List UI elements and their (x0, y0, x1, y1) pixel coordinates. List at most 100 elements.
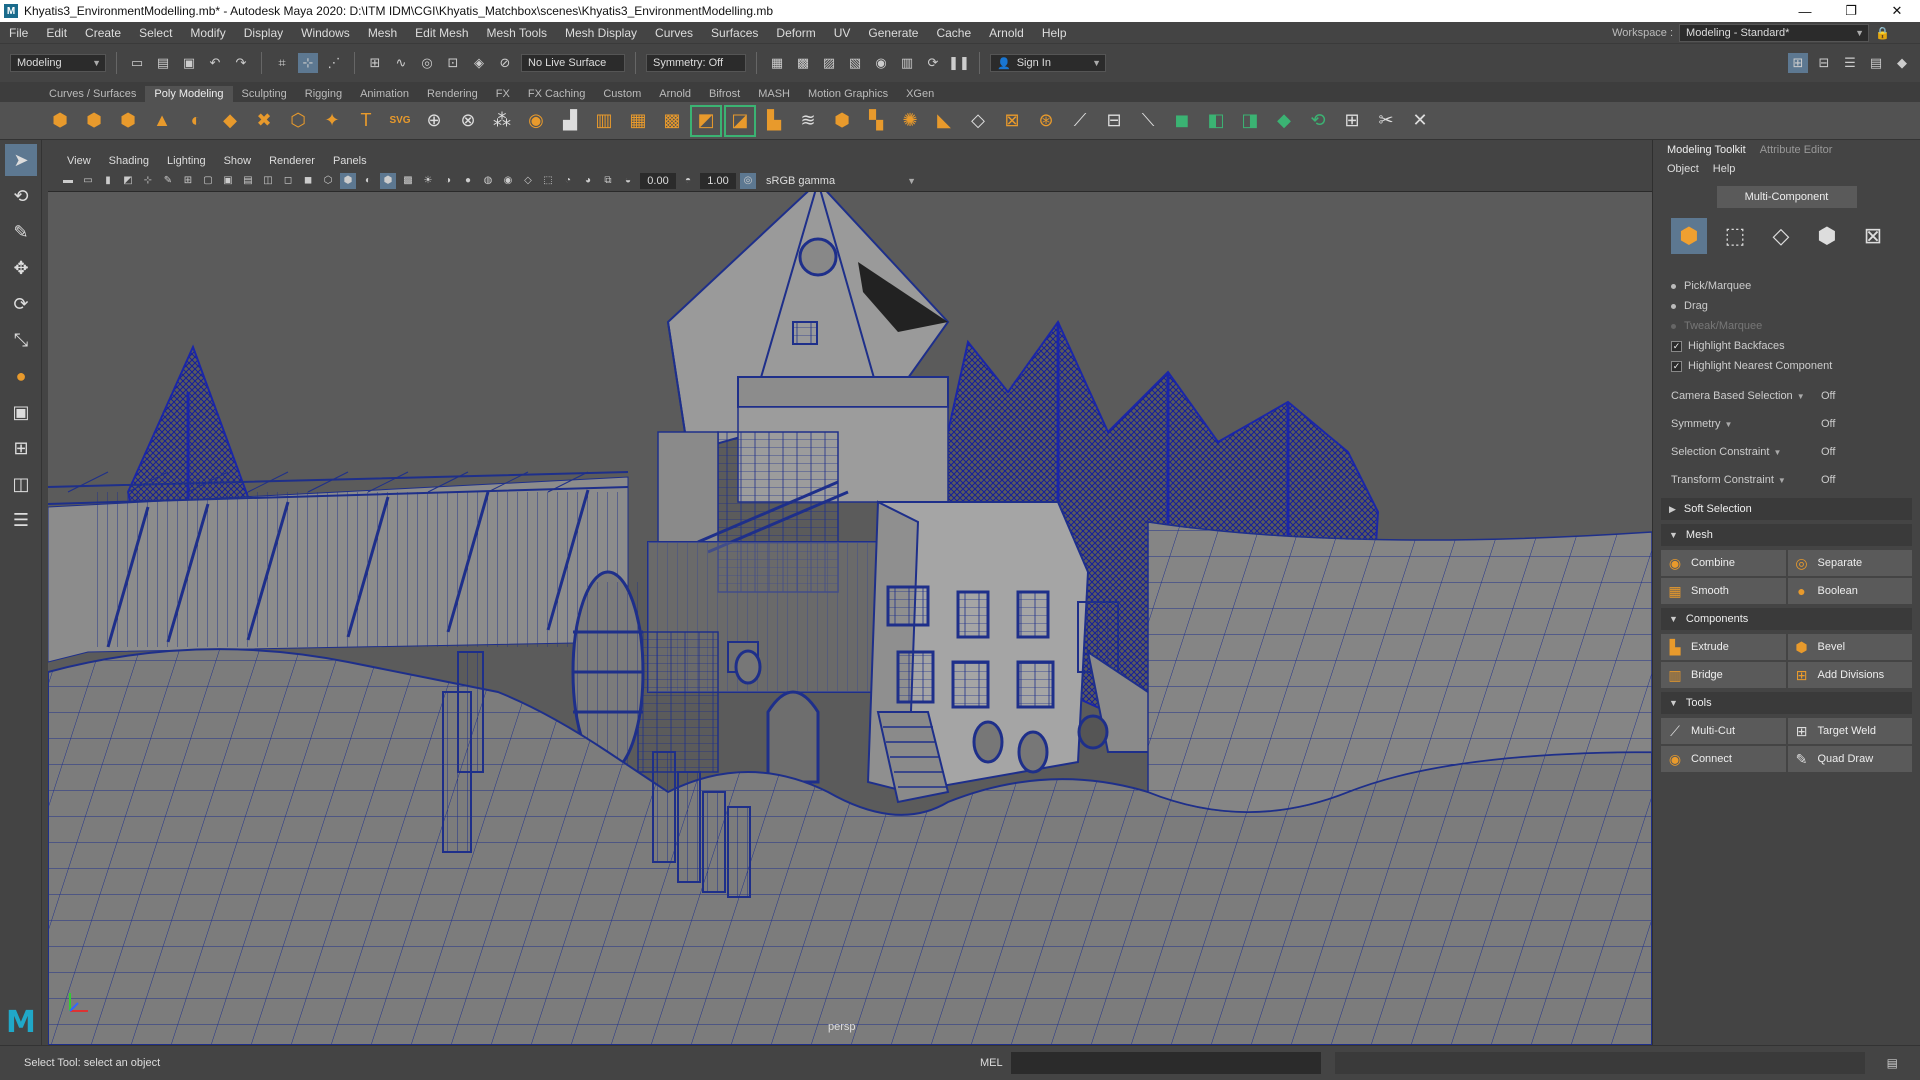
shelf-tab-curves-surfaces[interactable]: Curves / Surfaces (40, 86, 145, 102)
poly-cone-icon[interactable]: ▲ (148, 107, 176, 135)
add-divisions-button[interactable]: ⊞ Add Divisions (1787, 662, 1912, 688)
shelf-tab-animation[interactable]: Animation (351, 86, 418, 102)
menu-uv[interactable]: UV (825, 26, 860, 40)
shelf-tab-motion-graphics[interactable]: Motion Graphics (799, 86, 897, 102)
tweak-marquee-option[interactable]: Tweak/Marquee (1653, 316, 1920, 336)
uv-cylindrical-icon[interactable]: ◧ (1202, 107, 1230, 135)
extract-icon[interactable]: ▥ (590, 107, 618, 135)
ipr-render-icon[interactable]: ▨ (819, 53, 839, 73)
wedge-icon[interactable]: ⬢ (828, 107, 856, 135)
selection-constraint-row[interactable]: Selection Constraint ▼ Off (1653, 438, 1920, 466)
viewport-persp[interactable]: persp (48, 192, 1652, 1045)
viewport-menu-shading[interactable]: Shading (100, 155, 158, 167)
xray-joints-icon[interactable]: ◕ (580, 173, 596, 189)
screen-space-ao-icon[interactable]: ● (460, 173, 476, 189)
menu-mesh[interactable]: Mesh (359, 26, 406, 40)
multi-cut-icon[interactable]: ⟋ (1066, 107, 1094, 135)
poly-disc-icon[interactable]: ✖ (250, 107, 278, 135)
workspace-dropdown[interactable]: Modeling - Standard* ▼ (1679, 23, 1870, 42)
menu-surfaces[interactable]: Surfaces (702, 26, 767, 40)
multi-cut-button[interactable]: ⟋ Multi-Cut (1661, 718, 1786, 744)
new-scene-icon[interactable]: ▭ (127, 53, 147, 73)
single-view-layout-icon[interactable]: ▣ (5, 396, 37, 428)
viewport-menu-panels[interactable]: Panels (324, 155, 376, 167)
chamfer-icon[interactable]: ◣ (930, 107, 958, 135)
tab-modeling-toolkit[interactable]: Modeling Toolkit (1667, 142, 1746, 158)
resolution-gate-icon[interactable]: ▣ (220, 173, 236, 189)
bridge-icon[interactable]: ◪ (724, 104, 756, 137)
image-plane-icon[interactable]: ◩ (120, 173, 136, 189)
symmetry-row[interactable]: Symmetry ▼ Off (1653, 410, 1920, 438)
color-management-icon[interactable]: ◎ (740, 172, 756, 189)
maximize-button[interactable]: ❐ (1828, 0, 1874, 22)
poke-icon[interactable]: ▚ (862, 107, 890, 135)
lock-icon[interactable]: 🔒 (1875, 26, 1890, 40)
smooth-icon[interactable]: ⁂ (488, 107, 516, 135)
motion-blur-icon[interactable]: ◍ (480, 173, 496, 189)
shelf-tab-rigging[interactable]: Rigging (296, 86, 351, 102)
target-weld-button[interactable]: ⊞ Target Weld (1787, 718, 1912, 744)
snap-grid-icon[interactable]: ⊞ (365, 53, 385, 73)
menu-modify[interactable]: Modify (181, 26, 234, 40)
gate-mask-icon[interactable]: ▤ (240, 173, 256, 189)
tools-section-header[interactable]: ▼ Tools (1661, 692, 1912, 714)
film-gate-icon[interactable]: ▢ (200, 173, 216, 189)
safe-action-icon[interactable]: ◻ (280, 173, 296, 189)
snap-point-icon[interactable]: ◎ (417, 53, 437, 73)
multi-component-button[interactable]: Multi-Component (1716, 186, 1857, 208)
channel-box-toggle-icon[interactable]: ▤ (1866, 53, 1886, 73)
modeling-toolkit-toggle-icon[interactable]: ⊞ (1788, 53, 1808, 73)
snap-view-icon[interactable]: ⊡ (443, 53, 463, 73)
sign-in-button[interactable]: 👤 Sign In ▼ (990, 54, 1106, 72)
smooth-button[interactable]: ▦ Smooth (1661, 578, 1786, 604)
toolkit-menu-object[interactable]: Object (1667, 163, 1699, 175)
menu-create[interactable]: Create (76, 26, 130, 40)
viewport-menu-renderer[interactable]: Renderer (260, 155, 324, 167)
symmetry-dropdown[interactable]: Symmetry: Off (646, 54, 746, 72)
merge-icon[interactable]: ⊠ (998, 107, 1026, 135)
grid-toggle-icon[interactable]: ⊞ (180, 173, 196, 189)
depth-of-field-icon[interactable]: ◇ (520, 173, 536, 189)
select-tool-icon[interactable]: ➤ (5, 144, 37, 176)
tool-settings-toggle-icon[interactable]: ☰ (1840, 53, 1860, 73)
smooth-shade-icon[interactable]: ⬢ (340, 172, 356, 189)
command-input[interactable] (1010, 1052, 1321, 1074)
poly-cylinder-icon[interactable]: ⬢ (114, 107, 142, 135)
extrude-icon[interactable]: ◩ (690, 104, 722, 137)
uv-spherical-icon[interactable]: ◨ (1236, 107, 1264, 135)
transform-constraint-row[interactable]: Transform Constraint ▼ Off (1653, 466, 1920, 494)
layers-toggle-icon[interactable]: ◆ (1892, 53, 1912, 73)
shelf-tab-fx-caching[interactable]: FX Caching (519, 86, 594, 102)
bookmark-icon[interactable]: ▮ (100, 173, 116, 189)
xray-icon[interactable]: ◔ (560, 173, 576, 189)
shadows-icon[interactable]: ◑ (440, 173, 456, 189)
boolean-button[interactable]: ● Boolean (1787, 578, 1912, 604)
rotate-tool-icon[interactable]: ⟳ (5, 288, 37, 320)
2d-pan-zoom-icon[interactable]: ⊹ (140, 173, 156, 189)
bevel-icon[interactable]: ▙ (760, 107, 788, 135)
menu-display[interactable]: Display (235, 26, 292, 40)
default-material-icon[interactable]: ◐ (360, 173, 376, 189)
vertex-mode-icon[interactable]: ⬚ (1717, 218, 1753, 254)
redo-icon[interactable]: ↷ (231, 53, 251, 73)
combine-button[interactable]: ◉ Combine (1661, 550, 1786, 576)
select-object-icon[interactable]: ⊹ (298, 53, 318, 73)
render-frame-icon[interactable]: ▩ (793, 53, 813, 73)
uv-automatic-icon[interactable]: ◆ (1270, 107, 1298, 135)
use-lights-icon[interactable]: ☀ (420, 173, 436, 189)
outliner-layout-icon[interactable]: ☰ (5, 504, 37, 536)
gamma-icon[interactable]: ◓ (680, 173, 696, 189)
poly-cube-icon[interactable]: ⬢ (80, 107, 108, 135)
separate-icon[interactable]: ▟ (556, 107, 584, 135)
target-weld-icon[interactable]: ⊛ (1032, 107, 1060, 135)
textured-icon[interactable]: ▩ (400, 173, 416, 189)
wireframe-icon[interactable]: ⬡ (320, 173, 336, 189)
menu-set-dropdown[interactable]: Modeling ▼ (10, 54, 106, 72)
uv-camera-icon[interactable]: ⟲ (1304, 107, 1332, 135)
sculpt-icon[interactable]: ⊗ (454, 107, 482, 135)
type-icon[interactable]: T (352, 107, 380, 135)
menu-curves[interactable]: Curves (646, 26, 702, 40)
snap-live-icon[interactable]: ⊘ (495, 53, 515, 73)
menu-file[interactable]: File (0, 26, 37, 40)
menu-windows[interactable]: Windows (292, 26, 359, 40)
